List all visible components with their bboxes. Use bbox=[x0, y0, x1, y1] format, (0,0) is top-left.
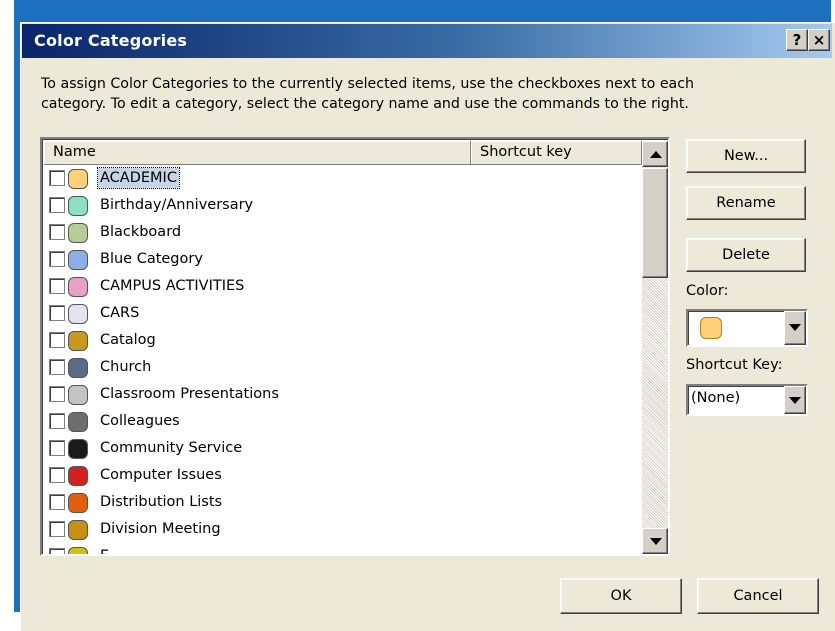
color-label: Color: bbox=[686, 283, 729, 299]
new-button[interactable]: New... bbox=[686, 139, 806, 173]
category-color-swatch bbox=[68, 277, 88, 297]
category-name[interactable]: CAMPUS ACTIVITIES bbox=[100, 276, 244, 296]
shortcut-key-dropdown[interactable]: (None) bbox=[686, 384, 808, 416]
dialog-description: To assign Color Categories to the curren… bbox=[41, 74, 821, 114]
category-name[interactable]: Blackboard bbox=[100, 222, 181, 242]
ok-button[interactable]: OK bbox=[560, 578, 682, 614]
category-name[interactable]: Church bbox=[100, 357, 151, 377]
list-item[interactable]: Colleagues bbox=[45, 410, 640, 437]
column-header-name[interactable]: Name bbox=[44, 141, 471, 165]
category-color-swatch bbox=[68, 196, 88, 216]
list-item[interactable]: Division Meeting bbox=[45, 518, 640, 545]
category-color-swatch bbox=[68, 358, 88, 378]
list-item[interactable]: Distribution Lists bbox=[45, 491, 640, 518]
description-line-1: To assign Color Categories to the curren… bbox=[41, 76, 695, 92]
shortcut-key-label: Shortcut Key: bbox=[686, 357, 783, 373]
category-color-swatch bbox=[68, 385, 88, 405]
color-dropdown[interactable] bbox=[686, 309, 808, 347]
category-checkbox[interactable] bbox=[49, 197, 65, 213]
category-name[interactable]: Community Service bbox=[100, 438, 242, 458]
category-color-swatch bbox=[68, 223, 88, 243]
category-checkbox[interactable] bbox=[49, 170, 65, 186]
shortcut-key-value: (None) bbox=[691, 390, 741, 406]
category-color-swatch bbox=[68, 466, 88, 486]
category-checkbox[interactable] bbox=[49, 386, 65, 402]
category-color-swatch bbox=[68, 331, 88, 351]
category-checkbox[interactable] bbox=[49, 251, 65, 267]
color-dropdown-button[interactable] bbox=[784, 311, 806, 345]
category-name[interactable]: Colleagues bbox=[100, 411, 180, 431]
cancel-button[interactable]: Cancel bbox=[697, 578, 819, 614]
category-name[interactable]: Distribution Lists bbox=[100, 492, 222, 512]
list-item[interactable]: E... bbox=[45, 545, 640, 554]
category-checkbox[interactable] bbox=[49, 413, 65, 429]
close-button[interactable]: × bbox=[808, 29, 830, 51]
category-color-swatch bbox=[68, 439, 88, 459]
list-item[interactable]: Birthday/Anniversary bbox=[45, 194, 640, 221]
chevron-down-icon bbox=[789, 397, 801, 404]
category-checkbox[interactable] bbox=[49, 359, 65, 375]
category-checkbox[interactable] bbox=[49, 305, 65, 321]
scroll-up-button[interactable] bbox=[642, 141, 668, 167]
selected-color-swatch bbox=[700, 317, 722, 339]
category-checkbox[interactable] bbox=[49, 440, 65, 456]
shortcut-key-dropdown-button[interactable] bbox=[784, 386, 806, 414]
chevron-down-icon bbox=[789, 324, 801, 331]
list-item[interactable]: Blackboard bbox=[45, 221, 640, 248]
category-name[interactable]: Classroom Presentations bbox=[100, 384, 279, 404]
list-item[interactable]: Blue Category bbox=[45, 248, 640, 275]
list-item[interactable]: Community Service bbox=[45, 437, 640, 464]
category-color-swatch bbox=[68, 250, 88, 270]
category-checkbox[interactable] bbox=[49, 467, 65, 483]
category-name[interactable]: Catalog bbox=[100, 330, 156, 350]
list-item[interactable]: Catalog bbox=[45, 329, 640, 356]
categories-list[interactable]: Name Shortcut key ACADEMIC Birthday/Anni… bbox=[40, 137, 670, 556]
column-header-shortcut[interactable]: Shortcut key bbox=[471, 141, 642, 165]
list-item[interactable]: Church bbox=[45, 356, 640, 383]
description-line-2: category. To edit a category, select the… bbox=[41, 96, 689, 112]
list-item[interactable]: Computer Issues bbox=[45, 464, 640, 491]
scroll-down-button[interactable] bbox=[642, 528, 668, 554]
category-color-swatch bbox=[68, 169, 88, 189]
list-item[interactable]: Classroom Presentations bbox=[45, 383, 640, 410]
dialog-title: Color Categories bbox=[34, 31, 188, 50]
list-scrollbar[interactable] bbox=[642, 141, 668, 554]
rename-button[interactable]: Rename bbox=[686, 186, 806, 220]
category-checkbox[interactable] bbox=[49, 332, 65, 348]
dialog-titlebar[interactable]: Color Categories ? × bbox=[22, 24, 832, 58]
category-name[interactable]: Computer Issues bbox=[100, 465, 222, 485]
category-color-swatch bbox=[68, 304, 88, 324]
category-color-swatch bbox=[68, 520, 88, 540]
category-checkbox[interactable] bbox=[49, 224, 65, 240]
category-checkbox[interactable] bbox=[49, 278, 65, 294]
help-button[interactable]: ? bbox=[786, 29, 808, 51]
category-name[interactable]: Blue Category bbox=[100, 249, 203, 269]
category-name[interactable]: ACADEMIC bbox=[97, 167, 180, 189]
arrow-down-icon bbox=[650, 538, 662, 545]
category-name[interactable]: Division Meeting bbox=[100, 519, 221, 539]
category-name[interactable]: CARS bbox=[100, 303, 139, 323]
category-name[interactable]: Birthday/Anniversary bbox=[100, 195, 253, 215]
category-checkbox[interactable] bbox=[49, 494, 65, 510]
category-color-swatch bbox=[68, 547, 88, 554]
category-color-swatch bbox=[68, 493, 88, 513]
list-item[interactable]: CARS bbox=[45, 302, 640, 329]
desktop-edge-left bbox=[0, 0, 14, 631]
scroll-thumb[interactable] bbox=[642, 168, 668, 278]
category-color-swatch bbox=[68, 412, 88, 432]
list-item[interactable]: ACADEMIC bbox=[45, 167, 640, 194]
category-name[interactable]: E... bbox=[100, 546, 123, 554]
delete-button[interactable]: Delete bbox=[686, 238, 806, 272]
arrow-up-icon bbox=[650, 151, 662, 158]
category-checkbox[interactable] bbox=[49, 521, 65, 537]
list-item[interactable]: CAMPUS ACTIVITIES bbox=[45, 275, 640, 302]
category-checkbox[interactable] bbox=[49, 548, 65, 554]
